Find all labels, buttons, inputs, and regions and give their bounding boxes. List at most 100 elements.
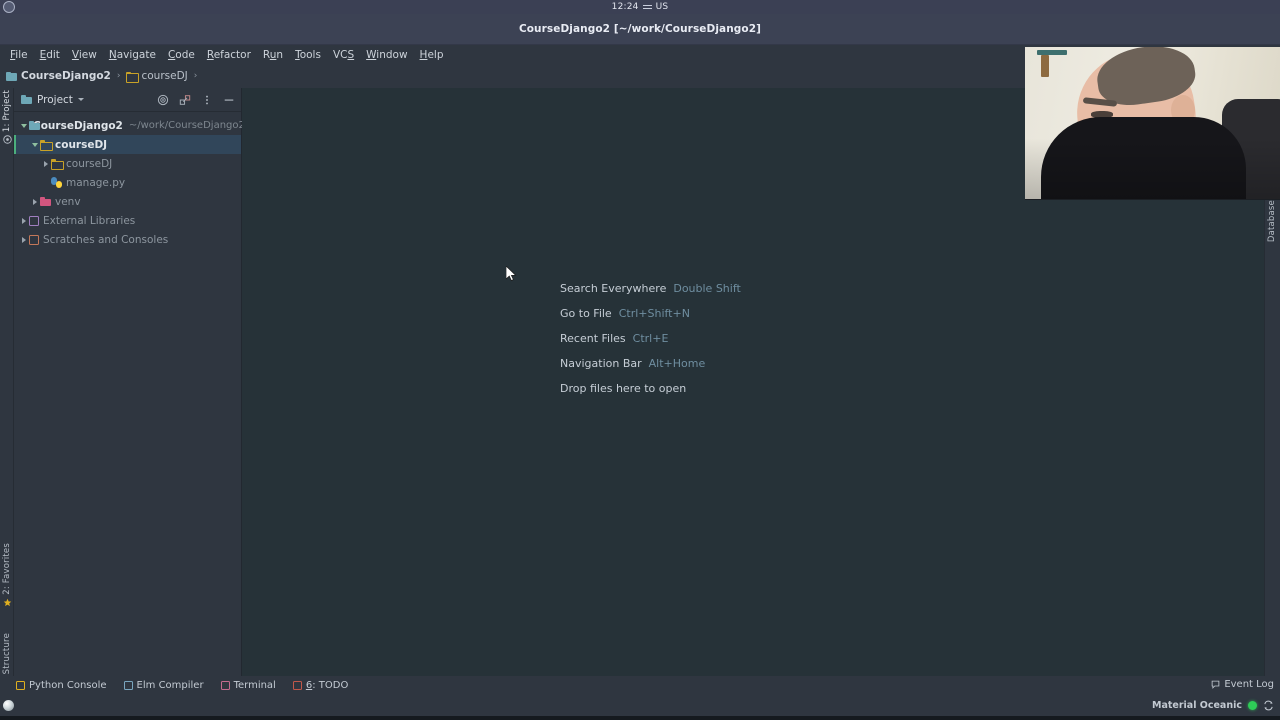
- project-panel-header: Project: [14, 88, 241, 112]
- tree-row[interactable]: Scratches and Consoles: [14, 230, 241, 249]
- status-bar: Material Oceanic: [0, 695, 1280, 716]
- tree-item-label: External Libraries: [43, 214, 136, 227]
- left-tool-rail: 1: Project 2: Favorites 7: Structure: [0, 88, 14, 698]
- project-panel-toolbar: [157, 94, 235, 106]
- breadcrumb-label: CourseDjango2: [21, 70, 111, 82]
- tree-item-label: courseDJ: [66, 157, 113, 170]
- tree-row[interactable]: External Libraries: [14, 211, 241, 230]
- elm-compiler-icon: [123, 681, 133, 690]
- tree-row[interactable]: courseDJ: [14, 135, 241, 154]
- editor-hint-row: Go to File Ctrl+Shift+N: [560, 307, 741, 320]
- menu-item-view[interactable]: View: [66, 47, 103, 63]
- window-title: CourseDjango2 [~/work/CourseDjango2]: [518, 23, 762, 35]
- breadcrumb-item-coursedjango2[interactable]: CourseDjango2: [6, 70, 111, 82]
- sync-arrows-icon[interactable]: [1263, 700, 1274, 711]
- mouse-pointer-icon: [506, 266, 517, 282]
- green-dot-icon: [1248, 701, 1257, 710]
- menu-item-navigate[interactable]: Navigate: [103, 47, 162, 63]
- python-console-icon: [16, 681, 25, 690]
- tree-item-label: Scratches and Consoles: [43, 233, 169, 246]
- hint-action-label: Go to File: [560, 307, 612, 320]
- folder-icon: [6, 71, 17, 81]
- chevron-right-icon[interactable]: [18, 217, 29, 224]
- editor-hint-row: Search Everywhere Double Shift: [560, 282, 741, 295]
- rail-button-project[interactable]: 1: Project: [0, 90, 14, 144]
- system-top-bar: 12:24 US: [0, 0, 1280, 14]
- menu-item-window[interactable]: Window: [360, 47, 413, 63]
- tree-row[interactable]: CourseDjango2 ~/work/CourseDjango2: [14, 116, 245, 135]
- venv-folder-icon: [40, 197, 51, 206]
- folder-icon: [21, 95, 32, 104]
- menu-item-code[interactable]: Code: [162, 47, 201, 63]
- python-file-icon: [51, 177, 62, 188]
- todo-icon: [292, 681, 302, 690]
- editor-hint-row: Navigation Bar Alt+Home: [560, 357, 741, 370]
- breadcrumb-separator: ›: [193, 71, 198, 81]
- bottom-tool-button-elm-compiler[interactable]: Elm Compiler: [123, 680, 204, 691]
- bottom-tool-button-terminal[interactable]: Terminal: [220, 680, 276, 691]
- tree-item-label: manage.py: [66, 176, 126, 189]
- hint-action-label: Drop files here to open: [560, 382, 687, 395]
- chevron-down-icon[interactable]: [18, 123, 29, 128]
- hint-shortcut-label: Ctrl+Shift+N: [618, 307, 690, 320]
- module-folder-icon: [126, 71, 140, 83]
- more-options-icon[interactable]: [201, 94, 213, 106]
- project-panel-title: Project: [37, 93, 73, 106]
- chevron-right-icon[interactable]: [18, 236, 29, 243]
- external-libraries-icon: [29, 215, 39, 226]
- terminal-icon: [220, 681, 230, 690]
- theme-label[interactable]: Material Oceanic: [1152, 700, 1242, 711]
- chevron-down-icon[interactable]: [29, 142, 40, 147]
- system-clock: 12:24 US: [612, 2, 669, 12]
- rail-label-favorites: 2: Favorites: [2, 543, 12, 595]
- keyboard-layout-text: US: [655, 2, 669, 12]
- breadcrumb-separator: ›: [116, 71, 121, 81]
- circle-tray-icon[interactable]: [3, 1, 15, 13]
- editor-hint-list: Search Everywhere Double Shift Go to File C…: [560, 282, 741, 395]
- hint-shortcut-label: Double Shift: [673, 282, 741, 295]
- menu-item-vcs[interactable]: VCS: [327, 47, 360, 63]
- breadcrumb-item-coursedj[interactable]: courseDJ: [126, 70, 188, 83]
- locate-target-icon[interactable]: [157, 94, 169, 106]
- menu-item-file[interactable]: File: [4, 47, 34, 63]
- chevron-right-icon[interactable]: [40, 160, 51, 167]
- event-log-icon: [1212, 680, 1220, 689]
- menu-item-help[interactable]: Help: [414, 47, 450, 63]
- event-log-button[interactable]: Event Log: [1211, 679, 1274, 690]
- bottom-tool-label: 6: TODO: [305, 680, 349, 691]
- status-bar-right: Material Oceanic: [1152, 700, 1280, 711]
- rail-button-database[interactable]: Database: [1265, 200, 1279, 242]
- tree-item-label: venv: [55, 195, 81, 208]
- chevron-down-icon[interactable]: [77, 98, 84, 101]
- event-log-label: Event Log: [1224, 679, 1274, 690]
- project-icon: [2, 135, 12, 144]
- menu-item-tools[interactable]: Tools: [289, 47, 327, 63]
- window-bottom-edge: [0, 716, 1280, 720]
- hint-shortcut-label: Alt+Home: [648, 357, 706, 370]
- bottom-tool-button-python-console[interactable]: Python Console: [16, 680, 107, 691]
- chevron-right-icon[interactable]: [29, 198, 40, 205]
- bottom-tool-window-bar: Python Console Elm Compiler Terminal 6: TOD…: [0, 676, 1280, 695]
- rail-label-database: Database: [1267, 200, 1277, 243]
- bottom-tool-label: Terminal: [233, 680, 276, 691]
- bottom-tool-label: Elm Compiler: [136, 680, 204, 691]
- hide-panel-icon[interactable]: [223, 94, 235, 106]
- tree-row[interactable]: manage.py: [14, 173, 241, 192]
- project-tool-window: Project CourseDjango2 ~/work/CourseDjang…: [14, 88, 245, 685]
- tree-row[interactable]: venv: [14, 192, 241, 211]
- keyboard-layout-icon[interactable]: [642, 5, 652, 9]
- hint-action-label: Navigation Bar: [560, 357, 642, 370]
- ide-orb-icon[interactable]: [3, 700, 14, 711]
- tree-row[interactable]: courseDJ: [14, 154, 241, 173]
- bottom-tool-button-6-todo[interactable]: 6: TODO: [292, 680, 349, 691]
- menu-item-edit[interactable]: Edit: [34, 47, 66, 63]
- hint-shortcut-label: Ctrl+E: [632, 332, 669, 345]
- module-folder-icon: [40, 140, 53, 151]
- rail-button-favorites[interactable]: 2: Favorites: [0, 543, 14, 607]
- menu-item-run[interactable]: Run: [257, 47, 289, 63]
- hint-action-label: Search Everywhere: [560, 282, 667, 295]
- rail-label-project: 1: Project: [2, 90, 12, 133]
- menu-item-refactor[interactable]: Refactor: [201, 47, 257, 63]
- module-folder-icon: [51, 159, 64, 170]
- collapse-all-icon[interactable]: [179, 94, 191, 106]
